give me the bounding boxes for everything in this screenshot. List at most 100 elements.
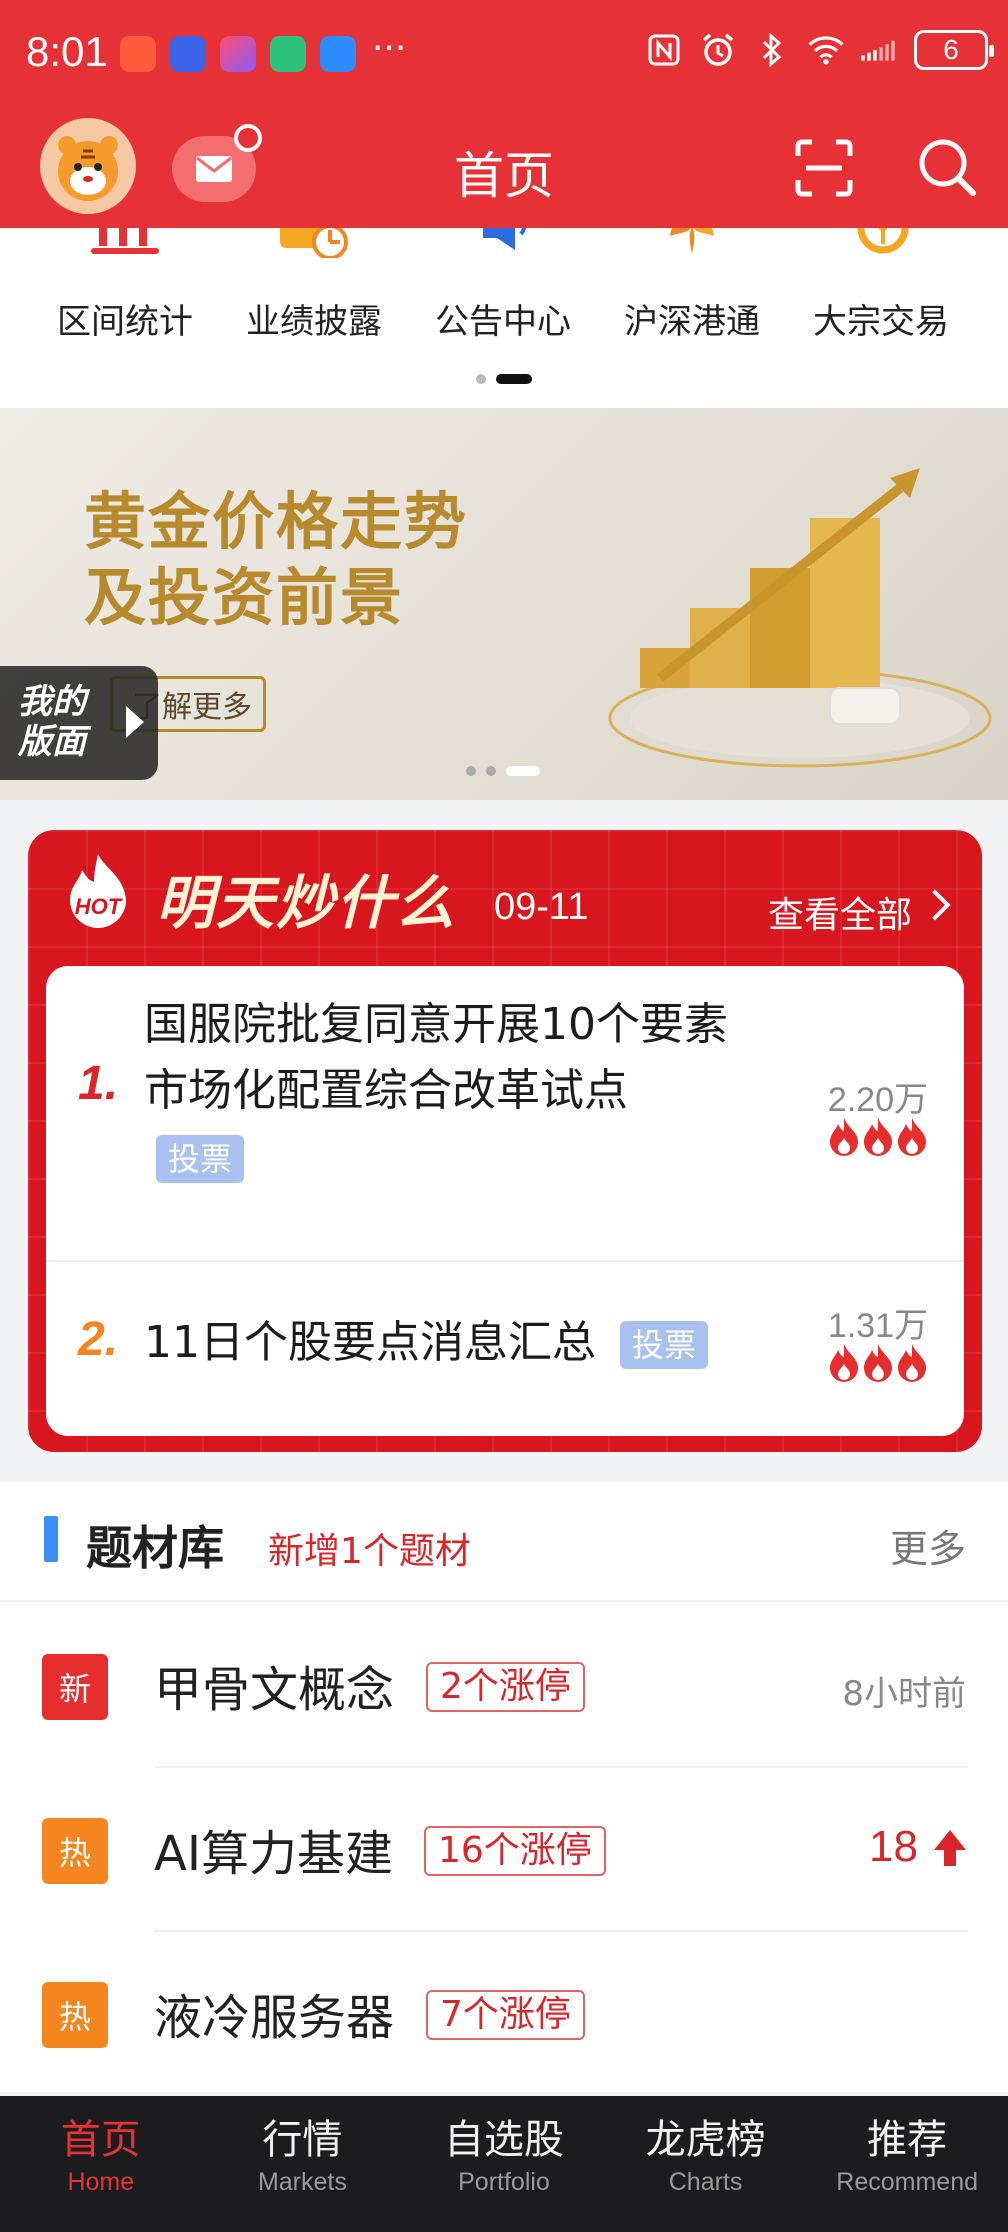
topic-updated-time: 8小时前 [842, 1674, 966, 1714]
hot-list: 1. 国服院批复同意开展10个要素市场化配置综合改革试点 投票 2.20万 2.… [46, 966, 964, 1436]
topic-library: 题材库 新增1个题材 更多 新 甲骨文概念 2个涨停 8小时前 热 AI算力基建… [0, 1482, 1008, 2092]
new-badge: 新 [42, 1654, 108, 1720]
tab-label: 行情 [262, 2117, 343, 2163]
connect-icon [670, 228, 714, 254]
tab-label: 推荐 [867, 2117, 948, 2163]
tab-recommend[interactable]: 推荐 Recommend [806, 2096, 1008, 2232]
topic-row[interactable]: 新 甲骨文概念 2个涨停 8小时前 [0, 1604, 1008, 1768]
banner-title: 黄金价格走势 及投资前景 [84, 484, 468, 636]
tab-sublabel: Markets [257, 2168, 347, 2196]
report-icon [280, 228, 348, 258]
status-bar: 8:01 ··· 6 [0, 0, 1008, 108]
heat-flames [828, 1342, 928, 1382]
quick-menu: 区间统计 业绩披露 公告中心 沪深港通 大宗交易 [0, 228, 1008, 408]
search-button[interactable] [916, 136, 978, 198]
quick-menu-label: 业绩披露 [246, 302, 382, 342]
tab-sublabel: Recommend [836, 2168, 979, 2196]
signal-icon [860, 30, 900, 70]
hot-list-item[interactable]: 1. 国服院批复同意开展10个要素市场化配置综合改革试点 投票 2.20万 [46, 966, 964, 1260]
vote-tag[interactable]: 投票 [156, 1135, 245, 1183]
tab-portfolio[interactable]: 自选股 Portfolio [403, 2096, 605, 2232]
pager-dot-active [496, 374, 532, 384]
play-arrow-icon [126, 706, 144, 738]
tab-label: 首页 [60, 2117, 141, 2163]
more-notifications-icon: ··· [372, 28, 407, 69]
tomorrow-hot-card: HOT 明天炒什么 09-11 查看全部 1. 国服院批复同意开展10个要素市场… [28, 830, 982, 1452]
scan-icon [795, 139, 853, 197]
quick-menu-label: 公告中心 [435, 302, 571, 342]
limit-up-tag: 2个涨停 [426, 1662, 585, 1712]
limit-up-tag: 7个涨停 [426, 1990, 585, 2040]
bulk-trade-icon [857, 228, 909, 254]
quick-menu-pager [0, 374, 1008, 384]
tab-sublabel: Charts [668, 2168, 743, 2196]
home-app-icon [270, 36, 306, 72]
topic-name: AI算力基建 [154, 1826, 393, 1882]
vote-tag[interactable]: 投票 [620, 1321, 709, 1369]
my-layout-label: 我的 版面 [18, 682, 86, 762]
topic-name: 甲骨文概念 [154, 1662, 395, 1718]
my-layout-button[interactable]: 我的 版面 [0, 666, 158, 780]
topic-row[interactable]: 热 AI算力基建 16个涨停 18 [0, 1768, 1008, 1932]
banner-title-line2: 及投资前景 [84, 561, 405, 634]
flame-icon [864, 1344, 892, 1382]
hot-count: 2.20万 [827, 1081, 928, 1119]
bluetooth-icon [752, 30, 792, 70]
flame-icon [898, 1344, 926, 1382]
flame-icon [830, 1118, 858, 1156]
pager-dot [476, 374, 486, 384]
system-icons: 6 [644, 30, 994, 70]
hot-item-title: 国服院批复同意开展10个要素市场化配置综合改革试点 [144, 999, 728, 1116]
topic-name: 液冷服务器 [154, 1990, 395, 2046]
hot-title: 明天炒什么 [156, 869, 457, 937]
quick-menu-label: 沪深港通 [624, 302, 760, 342]
banner-pager [466, 766, 540, 776]
megaphone-icon [483, 228, 526, 250]
tab-charts[interactable]: 龙虎榜 Charts [605, 2096, 807, 2232]
nfc-icon [644, 30, 684, 70]
limit-up-tag: 16个涨停 [424, 1826, 606, 1876]
topic-library-title: 题材库 [86, 1521, 224, 1575]
view-all-link[interactable]: 查看全部 [768, 886, 912, 938]
hot-count: 1.31万 [827, 1307, 928, 1345]
tab-sublabel: Portfolio [458, 2168, 550, 2196]
topic-library-header: 题材库 新增1个题材 更多 [0, 1482, 1008, 1602]
topic-row[interactable]: 热 液冷服务器 7个涨停 [0, 1932, 1008, 2096]
quick-menu-label: 大宗交易 [813, 302, 949, 342]
quick-menu-label: 区间统计 [57, 302, 193, 342]
tab-label: 龙虎榜 [645, 2117, 766, 2163]
app-notification-icon [170, 36, 206, 72]
my-layout-line1: 我的 [18, 682, 86, 722]
tab-markets[interactable]: 行情 Markets [202, 2096, 404, 2232]
hot-rank: 1. [78, 1057, 119, 1110]
wifi-icon [806, 30, 846, 70]
hot-item-text: 11日个股要点消息汇总 投票 [144, 1310, 784, 1376]
chart-stats-icon [91, 228, 159, 254]
scan-button[interactable] [794, 138, 854, 198]
banner-dot [466, 766, 476, 776]
gold-bars-illustration [608, 468, 992, 768]
banner-title-line1: 黄金价格走势 [84, 485, 469, 558]
hot-item-title: 11日个股要点消息汇总 [144, 1317, 596, 1368]
heat-flames [828, 1116, 928, 1156]
page-title: 首页 [454, 147, 554, 205]
hot-rank: 2. [78, 1313, 119, 1366]
arrow-up-icon [934, 1830, 966, 1866]
hot-flame-icon: HOT [70, 854, 126, 928]
topic-new-note: 新增1个题材 [268, 1531, 471, 1572]
topics-more-link[interactable]: 更多 [890, 1518, 966, 1573]
search-icon [919, 139, 976, 196]
hot-badge: 热 [42, 1982, 108, 2048]
flame-icon [830, 1344, 858, 1382]
header: 首页 [0, 108, 1008, 228]
topic-rank-change: 18 [869, 1822, 918, 1871]
video-app-icon [220, 36, 256, 72]
flame-icon [864, 1118, 892, 1156]
hot-list-item[interactable]: 2. 11日个股要点消息汇总 投票 1.31万 [46, 1260, 964, 1436]
tab-sublabel: Home [67, 2168, 135, 2196]
banner-dot [486, 766, 496, 776]
tab-home[interactable]: 首页 Home [0, 2096, 202, 2232]
chevron-right-icon [919, 889, 951, 921]
hot-badge: 热 [42, 1818, 108, 1884]
bottom-tab-bar: 首页 Home 行情 Markets 自选股 Portfolio 龙虎榜 Cha… [0, 2096, 1008, 2232]
